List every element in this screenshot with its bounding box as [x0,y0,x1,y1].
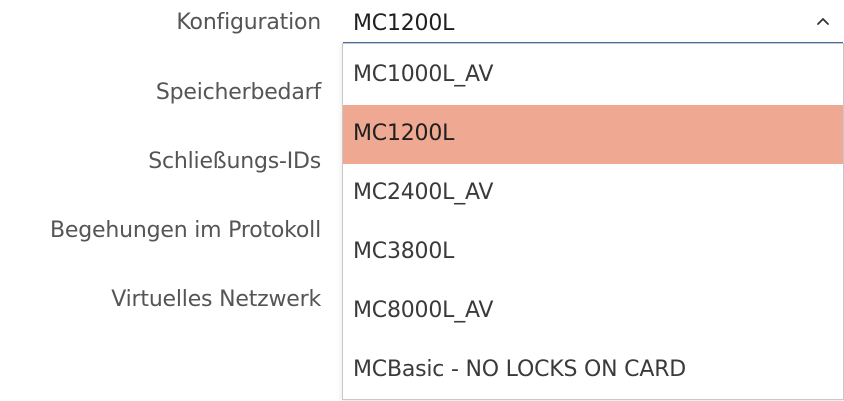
option-label: MC2400L_AV [353,180,494,205]
konfiguration-select[interactable]: MC1200L [343,5,843,43]
label-begehungen-im-protokoll: Begehungen im Protokoll [50,218,321,243]
label-speicherbedarf: Speicherbedarf [155,80,321,105]
option-mc1200l[interactable]: MC1200L [343,105,843,164]
option-label: MC3800L [353,239,455,264]
option-mc1000l-av[interactable]: MC1000L_AV [343,46,843,105]
option-label: MC1000L_AV [353,62,494,87]
option-label: MC8000L_AV [353,298,494,323]
option-mc3800l[interactable]: MC3800L [343,223,843,282]
option-label: MC1200L [353,121,455,146]
option-mc8000l-av[interactable]: MC8000L_AV [343,282,843,341]
label-konfiguration: Konfiguration [176,10,321,35]
option-mc2400l-av[interactable]: MC2400L_AV [343,164,843,223]
konfiguration-dropdown-list: MC1000L_AV MC1200L MC2400L_AV MC3800L MC… [342,43,844,400]
label-virtuelles-netzwerk: Virtuelles Netzwerk [111,287,321,312]
chevron-up-icon[interactable] [814,13,832,31]
label-schliessungs-ids: Schließungs-IDs [148,149,321,174]
option-label: MCBasic - NO LOCKS ON CARD [353,357,687,382]
option-mcbasic-no-locks-on-card[interactable]: MCBasic - NO LOCKS ON CARD [343,341,843,400]
select-current-value: MC1200L [353,11,455,36]
